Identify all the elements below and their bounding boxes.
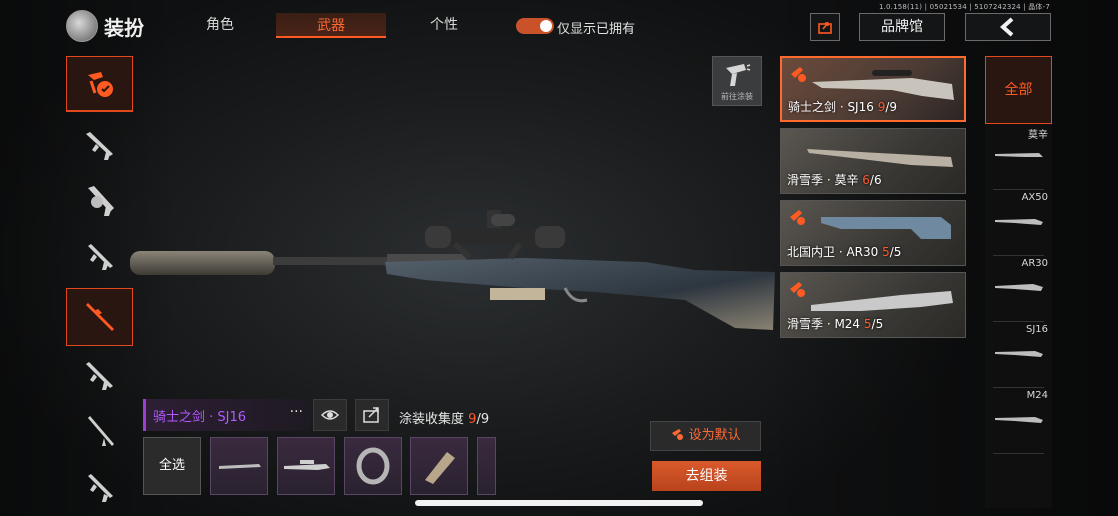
skin-card[interactable]: 北国内卫 · AR30 5/5 <box>780 200 966 266</box>
part-slot-more[interactable] <box>477 437 496 495</box>
filter-item-label: 莫辛 <box>1028 130 1048 141</box>
skin-card[interactable]: 滑雪季 · 莫辛 6/6 <box>780 128 966 194</box>
spray-paint-icon <box>672 429 684 440</box>
m24-icon <box>995 417 1043 423</box>
filter-item-label: AX50 <box>1021 192 1048 203</box>
skin-card[interactable]: 骑士之剑 · SJ16 9/9 <box>780 56 966 122</box>
magazine-icon <box>425 452 455 484</box>
share-icon <box>818 22 832 34</box>
mosin-skin-thumbnail <box>807 149 953 167</box>
go-to-paint-label: 前往涂装 <box>721 92 753 101</box>
tab-personality[interactable]: 个性 <box>404 12 484 38</box>
rifle-part-icon <box>284 460 330 470</box>
part-slot-magazine[interactable] <box>410 437 468 495</box>
top-bar: 装扮 角色 武器 个性 仅显示已拥有 1.0.158(11) | 0502153… <box>0 0 1118 48</box>
spray-gun-icon <box>726 64 751 86</box>
filter-item-m24[interactable]: M24 <box>985 388 1052 454</box>
filter-item-sj16[interactable]: SJ16 <box>985 322 1052 388</box>
skin-card-caption: 滑雪季 · M24 5/5 <box>787 317 884 331</box>
set-default-label: 设为默认 <box>688 428 741 443</box>
set-default-button[interactable]: 设为默认 <box>650 421 761 451</box>
muzzle-ring-icon <box>356 447 390 485</box>
rail-item-carbine[interactable] <box>66 460 133 516</box>
part-slot-barrel[interactable] <box>210 437 268 495</box>
owned-only-label: 仅显示已拥有 <box>557 22 636 37</box>
owned-only-toggle[interactable] <box>516 18 554 34</box>
back-arrow-icon <box>999 17 1014 37</box>
rail-item-emblem[interactable] <box>66 56 133 112</box>
home-indicator[interactable] <box>415 500 703 506</box>
ax50-icon <box>995 219 1043 225</box>
skin-card[interactable]: 滑雪季 · M24 5/5 <box>780 272 966 338</box>
rail-item-smg[interactable] <box>66 230 133 286</box>
filter-item-mosin[interactable]: 莫辛 <box>985 124 1052 190</box>
paint-badge-icon <box>790 282 805 297</box>
part-slot-scope-rifle[interactable] <box>277 437 335 495</box>
current-skin-name: 骑士之剑 · SJ16 <box>153 410 247 425</box>
filter-item-ar30[interactable]: AR30 <box>985 256 1052 322</box>
collection-progress: 涂装收集度 9/9 <box>399 408 489 427</box>
version-text: 1.0.158(11) | 05021534 | 5107242324 | 晶体… <box>878 3 1050 11</box>
rifle-icon <box>85 362 113 390</box>
barrel-icon <box>219 464 261 469</box>
share-skin-button[interactable] <box>355 399 389 431</box>
tab-weapon[interactable]: 武器 <box>276 13 386 38</box>
go-assemble-button[interactable]: 去组装 <box>652 461 761 491</box>
select-all-button[interactable]: 全选 <box>143 437 201 495</box>
globe-logo-icon <box>66 10 98 42</box>
rail-item-sniper-rifle[interactable] <box>66 288 133 346</box>
rail-item-assault-rifle[interactable] <box>66 118 133 174</box>
smg-icon <box>87 244 113 270</box>
filter-all-button[interactable]: 全部 <box>985 56 1052 124</box>
page-title: 装扮 <box>104 16 144 40</box>
toggle-knob <box>540 20 552 32</box>
sj16-icon <box>995 351 1043 357</box>
filter-item-label: SJ16 <box>1025 324 1048 335</box>
part-slot-muzzle[interactable] <box>344 437 402 495</box>
paint-badge-icon <box>791 67 806 82</box>
ar30-skin-thumbnail <box>821 217 951 239</box>
share-icon <box>363 407 379 423</box>
rail-item-rifle[interactable] <box>66 348 133 404</box>
sniper-rifle-icon <box>85 303 114 331</box>
weapon-category-rail <box>66 56 133 508</box>
weapon-filter-rail: 全部 莫辛 AX50 AR30 SJ16 M24 <box>985 56 1052 508</box>
skin-card-caption: 骑士之剑 · SJ16 9/9 <box>788 100 898 114</box>
emblem-icon <box>87 71 113 97</box>
current-skin-name-bar[interactable]: 骑士之剑 · SJ16 ··· <box>143 399 311 431</box>
tab-character[interactable]: 角色 <box>180 12 260 38</box>
brand-hall-button[interactable]: 品牌馆 <box>859 13 945 41</box>
eye-icon <box>320 410 340 420</box>
weapon-model-sj16[interactable] <box>125 200 785 350</box>
more-options-button[interactable]: ··· <box>290 404 303 420</box>
carbine-icon <box>87 474 113 502</box>
sj16-skin-thumbnail <box>812 70 954 100</box>
filter-item-ax50[interactable]: AX50 <box>985 190 1052 256</box>
dmr-icon <box>87 416 114 446</box>
skin-card-caption: 滑雪季 · 莫辛 6/6 <box>787 173 882 187</box>
assault-rifle-icon <box>85 132 113 160</box>
rail-item-drum-smg[interactable] <box>66 174 133 230</box>
share-button[interactable] <box>810 13 840 41</box>
m24-skin-thumbnail <box>811 291 953 311</box>
divider <box>993 453 1044 454</box>
collection-label: 涂装收集度 <box>399 412 465 427</box>
filter-item-label: AR30 <box>1021 258 1048 269</box>
back-button[interactable] <box>965 13 1051 41</box>
go-to-paint-button[interactable]: 前往涂装 <box>712 56 762 106</box>
collection-total: /9 <box>476 412 490 427</box>
drum-smg-icon <box>87 186 114 216</box>
paint-badge-icon <box>790 210 805 225</box>
preview-toggle-button[interactable] <box>313 399 347 431</box>
rail-item-dmr[interactable] <box>66 404 133 460</box>
skin-card-caption: 北国内卫 · AR30 5/5 <box>787 245 902 259</box>
filter-item-label: M24 <box>1026 390 1048 401</box>
mosin-icon <box>995 153 1043 157</box>
ar30-icon <box>995 284 1043 291</box>
